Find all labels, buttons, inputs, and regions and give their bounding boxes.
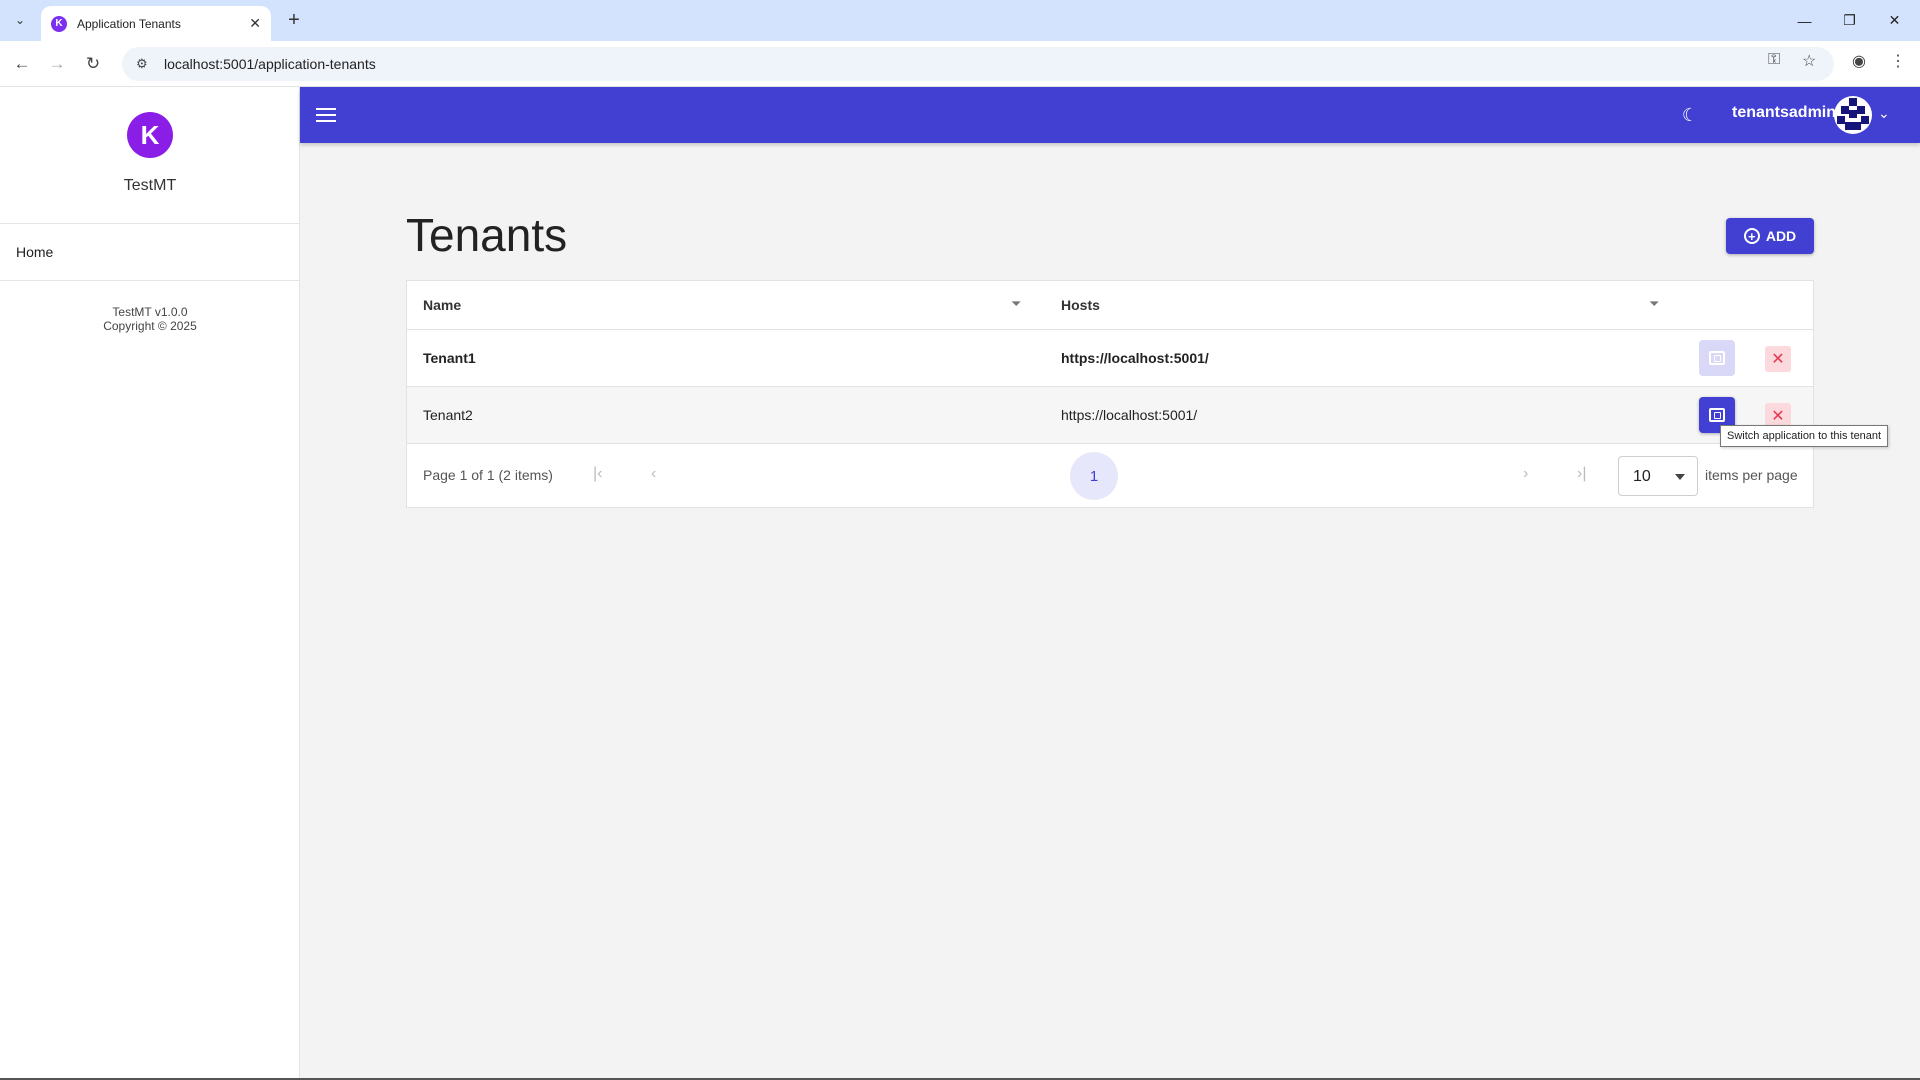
url-field[interactable]: ⚙ localhost:5001/application-tenants [122,47,1834,81]
version-text: TestMT v1.0.0 [112,305,188,319]
dropdown-caret-icon [1675,474,1685,480]
minimize-icon[interactable]: — [1782,0,1827,41]
sidebar-divider [0,223,300,224]
browser-tab-bar: ⌄ K Application Tenants ✕ + — ❐ ✕ [0,0,1920,41]
copyright-text: Copyright © 2025 [103,319,197,333]
version-info: TestMT v1.0.0 Copyright © 2025 [0,305,300,333]
pager: Page 1 of 1 (2 items) |‹ ‹ 1 › ›| 10 ite… [407,445,1813,507]
sidebar-item-home[interactable]: Home [16,244,53,260]
top-app-bar: ☾ tenantsadmin ⌄ [300,87,1920,143]
sidebar-divider [0,280,300,281]
chevron-down-icon[interactable]: ⌄ [1878,105,1890,122]
tab-search-icon[interactable]: ⌄ [8,8,32,32]
next-page-icon[interactable]: › [1523,465,1528,483]
switch-tenant-button[interactable] [1699,340,1735,376]
first-page-icon[interactable]: |‹ [593,465,602,483]
delete-tenant-button[interactable]: ✕ [1765,346,1791,372]
filter-icon[interactable]: ⏷ [1649,296,1663,312]
per-page-label: items per page [1705,467,1798,483]
add-button-label: ADD [1765,228,1797,244]
tenant-host: https://localhost:5001/ [1061,407,1198,423]
table-row[interactable]: Tenant2 https://localhost:5001/ ✕ [407,387,1813,444]
password-key-icon[interactable]: ⚿ [1768,51,1780,69]
new-tab-icon[interactable]: + [282,8,306,32]
column-header-name[interactable]: Name [423,297,461,313]
app-name: TestMT [123,177,177,194]
restore-icon[interactable]: ❐ [1827,0,1872,41]
tenant-name: Tenant1 [423,350,476,366]
filter-icon[interactable]: ⏷ [1011,296,1025,312]
dark-mode-icon[interactable]: ☾ [1678,103,1702,127]
url-text: localhost:5001/application-tenants [164,56,376,72]
tenant-name: Tenant2 [423,407,473,423]
grid-header: Name ⏷ Hosts ⏷ [407,281,1813,330]
last-page-icon[interactable]: ›| [1577,465,1586,483]
tenant-host: https://localhost:5001/ [1061,350,1209,366]
sidebar: K TestMT Home TestMT v1.0.0 Copyright © … [0,87,300,1080]
page-size-value: 10 [1633,468,1651,485]
menu-icon[interactable] [316,103,336,127]
switch-icon [1709,408,1725,422]
tooltip: Switch application to this tenant [1720,425,1889,447]
prev-page-icon[interactable]: ‹ [651,465,656,483]
back-icon[interactable]: ← [9,51,35,77]
pager-info: Page 1 of 1 (2 items) [423,467,553,483]
bookmark-star-icon[interactable]: ☆ [1802,51,1816,71]
profile-icon[interactable]: ◉ [1852,51,1866,71]
reload-icon[interactable]: ↻ [80,51,106,77]
forward-icon[interactable]: → [44,51,70,77]
browser-menu-icon[interactable]: ⋮ [1890,51,1906,71]
app-logo: K [127,112,173,158]
page-size-select[interactable]: 10 [1618,456,1698,496]
browser-tab[interactable]: K Application Tenants ✕ [41,6,271,41]
username[interactable]: tenantsadmin [1732,104,1836,122]
switch-icon [1709,351,1725,365]
tab-title: Application Tenants [77,16,181,31]
avatar[interactable] [1834,96,1872,134]
add-circle-icon: + [1743,228,1760,244]
page-title: Tenants [406,209,568,261]
tenants-grid: Name ⏷ Hosts ⏷ Tenant1 https://localhost… [406,280,1814,508]
favicon-icon: K [51,15,67,32]
page-button[interactable]: 1 [1070,452,1118,500]
column-header-hosts[interactable]: Hosts [1061,297,1100,313]
window-close-icon[interactable]: ✕ [1872,0,1917,41]
add-tenant-button[interactable]: + ADD [1726,218,1814,254]
close-tab-icon[interactable]: ✕ [249,15,261,32]
address-bar: ← → ↻ ⚙ localhost:5001/application-tenan… [0,41,1920,87]
table-row[interactable]: Tenant1 https://localhost:5001/ ✕ [407,330,1813,387]
site-info-icon[interactable]: ⚙ [136,56,152,72]
